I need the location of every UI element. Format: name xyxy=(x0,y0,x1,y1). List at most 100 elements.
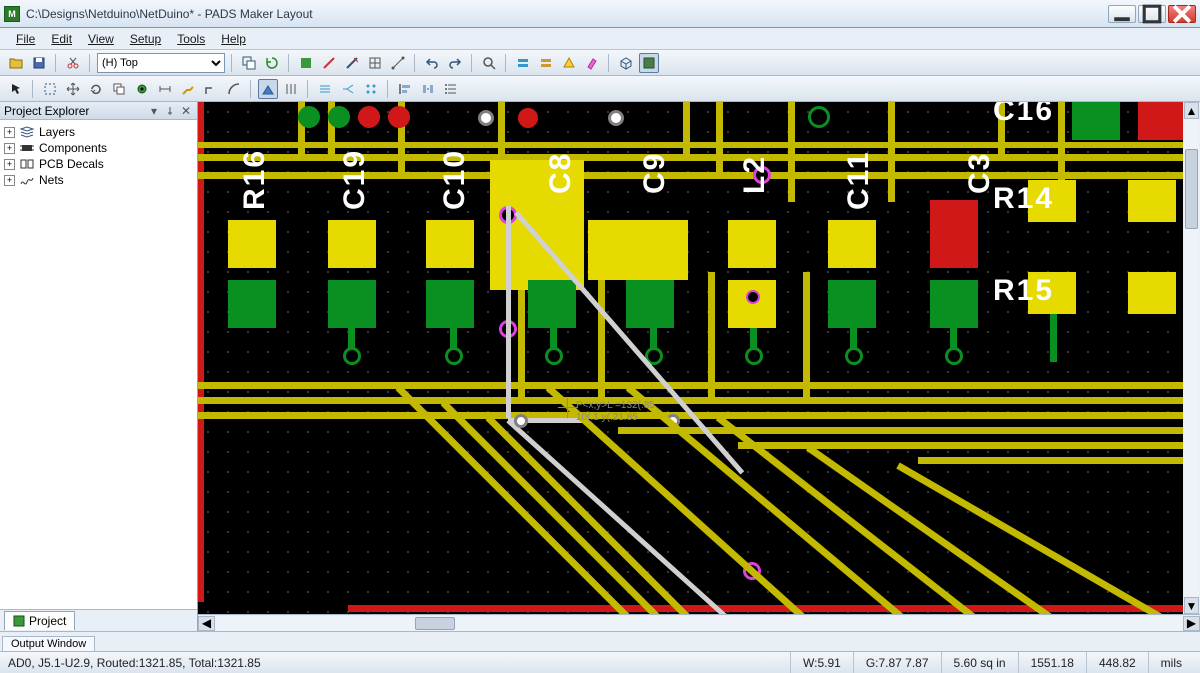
project-explorer-header: Project Explorer ▾ ✕ xyxy=(0,102,197,120)
list-icon[interactable] xyxy=(441,79,461,99)
route-del-icon[interactable] xyxy=(342,53,362,73)
scroll-track[interactable] xyxy=(215,616,1183,631)
drc-icon[interactable] xyxy=(559,53,579,73)
tree-label: Nets xyxy=(39,173,64,187)
refdes: C16 xyxy=(993,102,1054,128)
minimize-button[interactable] xyxy=(1108,5,1136,23)
status-grid: G:7.87 7.87 xyxy=(853,652,941,673)
select-rect-icon[interactable] xyxy=(40,79,60,99)
project-tree[interactable]: + Layers + Components + PCB Decals + Net… xyxy=(0,120,197,609)
project-explorer-tabstrip: Project xyxy=(0,609,197,631)
refdes: L2 xyxy=(738,155,772,194)
tree-item-components[interactable]: + Components xyxy=(2,140,195,156)
redo-icon[interactable] xyxy=(445,53,465,73)
refdes: C10 xyxy=(438,149,472,210)
pad xyxy=(828,220,876,268)
tab-project[interactable]: Project xyxy=(4,611,75,630)
via xyxy=(945,347,963,365)
menu-file[interactable]: File xyxy=(8,30,43,48)
trace xyxy=(198,397,1198,404)
copy-icon[interactable] xyxy=(109,79,129,99)
status-width: W:5.91 xyxy=(790,652,853,673)
horizontal-scrollbar[interactable]: ◀ ▶ xyxy=(198,614,1200,631)
trace xyxy=(198,382,1198,389)
panel-dropdown-icon[interactable]: ▾ xyxy=(147,104,161,118)
arc-icon[interactable] xyxy=(224,79,244,99)
tab-output-window[interactable]: Output Window xyxy=(2,636,95,651)
bus-icon[interactable] xyxy=(315,79,335,99)
scroll-up-icon[interactable]: ▲ xyxy=(1184,102,1199,119)
undo-icon[interactable] xyxy=(422,53,442,73)
cursor-coord-label: 10(.1 y(.21.85 xyxy=(576,412,638,423)
via xyxy=(478,110,494,126)
align-dist-icon[interactable] xyxy=(418,79,438,99)
expand-icon[interactable]: + xyxy=(4,175,15,186)
via xyxy=(358,106,380,128)
close-button[interactable] xyxy=(1168,5,1196,23)
via xyxy=(845,347,863,365)
measure-icon[interactable] xyxy=(388,53,408,73)
tree-item-layers[interactable]: + Layers xyxy=(2,124,195,140)
refdes: C3 xyxy=(963,152,997,194)
menu-help[interactable]: Help xyxy=(213,30,254,48)
pad xyxy=(1128,272,1176,314)
refresh-icon[interactable] xyxy=(262,53,282,73)
vertical-scrollbar[interactable]: ▲ ▼ xyxy=(1183,102,1200,614)
tree-item-pcb-decals[interactable]: + PCB Decals xyxy=(2,156,195,172)
pad xyxy=(528,280,576,328)
shape-icon[interactable] xyxy=(296,53,316,73)
stitch-icon[interactable] xyxy=(361,79,381,99)
scroll-right-icon[interactable]: ▶ xyxy=(1183,616,1200,631)
expand-icon[interactable]: + xyxy=(4,159,15,170)
scroll-thumb[interactable] xyxy=(415,617,455,630)
pointer-icon[interactable] xyxy=(6,79,26,99)
panel-close-icon[interactable]: ✕ xyxy=(179,104,193,118)
move-icon[interactable] xyxy=(63,79,83,99)
scroll-down-icon[interactable]: ▼ xyxy=(1184,597,1199,614)
scroll-left-icon[interactable]: ◀ xyxy=(198,616,215,631)
window-cascade-icon[interactable] xyxy=(239,53,259,73)
scroll-track[interactable] xyxy=(1184,119,1199,597)
highlight-icon[interactable] xyxy=(582,53,602,73)
expand-icon[interactable]: + xyxy=(4,127,15,138)
align-left-icon[interactable] xyxy=(395,79,415,99)
panel-pin-icon[interactable] xyxy=(163,104,177,118)
fanout-icon[interactable] xyxy=(338,79,358,99)
pcb-canvas[interactable]: P<x,y>L =132(.85 10(.1 y(.21.85 R16 C19 … xyxy=(198,102,1200,614)
scroll-thumb[interactable] xyxy=(1185,149,1198,229)
toggle-board-icon[interactable] xyxy=(639,53,659,73)
route-add-icon[interactable] xyxy=(319,53,339,73)
menu-setup[interactable]: Setup xyxy=(122,30,169,48)
pad xyxy=(1138,102,1186,140)
grid-icon[interactable] xyxy=(365,53,385,73)
save-icon[interactable] xyxy=(29,53,49,73)
expand-icon[interactable]: + xyxy=(4,143,15,154)
pad xyxy=(1072,102,1120,140)
trace xyxy=(788,102,795,202)
dimension-icon[interactable] xyxy=(155,79,175,99)
layer-select[interactable]: (H) Top xyxy=(97,53,225,73)
3d-icon[interactable] xyxy=(616,53,636,73)
trace xyxy=(716,102,723,172)
menu-edit[interactable]: Edit xyxy=(43,30,80,48)
layer1-icon[interactable] xyxy=(513,53,533,73)
trace xyxy=(1050,312,1057,362)
menu-tools[interactable]: Tools xyxy=(169,30,213,48)
trace-tool-icon[interactable] xyxy=(178,79,198,99)
via-tool-icon[interactable] xyxy=(132,79,152,99)
trace xyxy=(888,102,895,202)
pad xyxy=(588,220,688,280)
tree-item-nets[interactable]: + Nets xyxy=(2,172,195,188)
cut-icon[interactable] xyxy=(63,53,83,73)
zoom-icon[interactable] xyxy=(479,53,499,73)
align-tool-icon[interactable] xyxy=(258,79,278,99)
rotate-icon[interactable] xyxy=(86,79,106,99)
menu-view[interactable]: View xyxy=(80,30,122,48)
distribute-icon[interactable] xyxy=(281,79,301,99)
trace xyxy=(918,457,1198,464)
corner-icon[interactable] xyxy=(201,79,221,99)
maximize-button[interactable] xyxy=(1138,5,1166,23)
refdes: C8 xyxy=(544,152,578,194)
layer2-icon[interactable] xyxy=(536,53,556,73)
open-icon[interactable] xyxy=(6,53,26,73)
